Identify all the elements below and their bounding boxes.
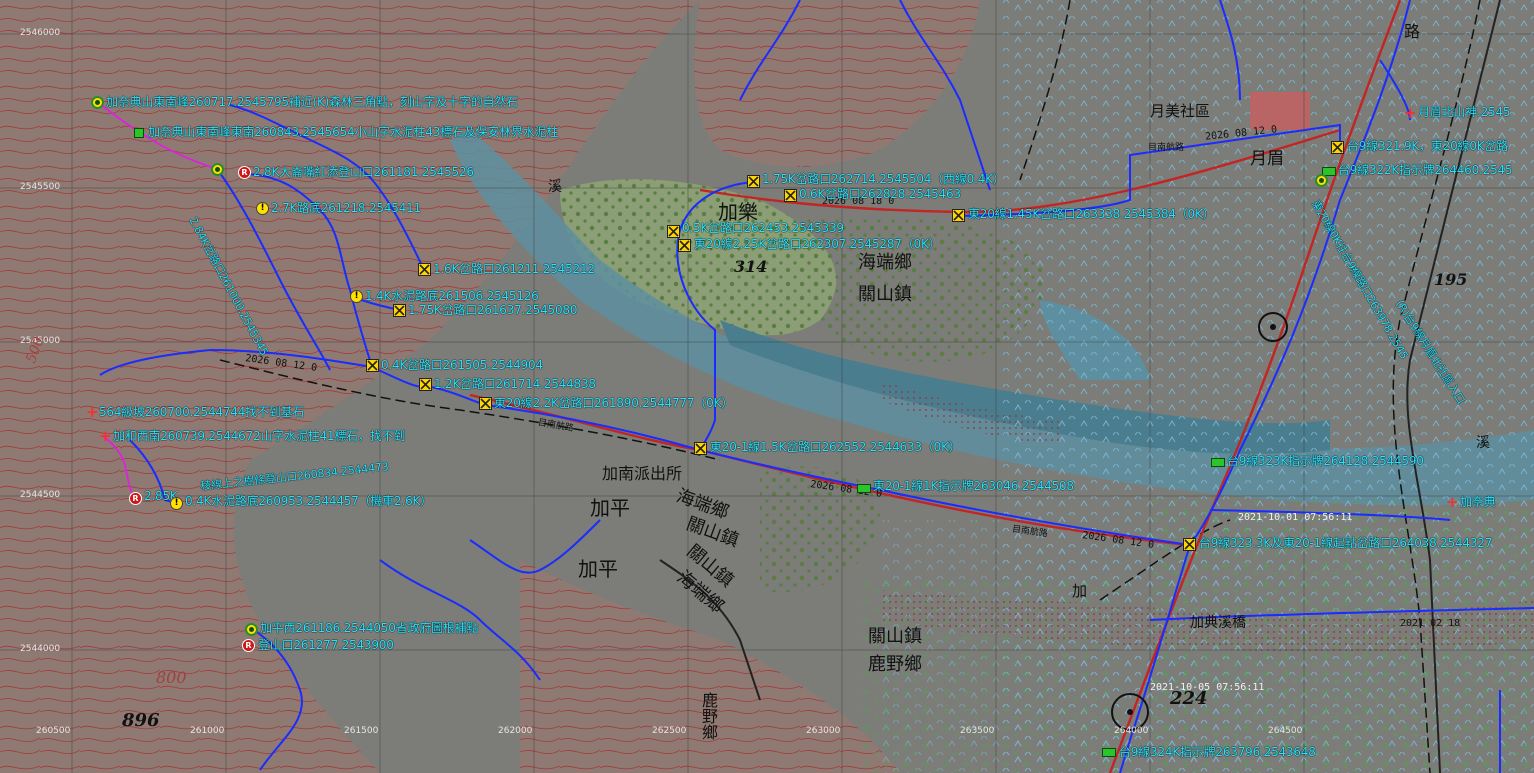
waypoint-label[interactable]: 台9線321.9K，東20線0K岔路 — [1347, 140, 1508, 153]
elevation-label: 896 — [122, 710, 160, 731]
benchmark-plus-icon[interactable]: + — [1404, 106, 1417, 121]
benchmark-plus-icon[interactable]: + — [99, 429, 112, 444]
waypoint-label[interactable]: 2.7K路底261218.2545411 — [271, 202, 421, 215]
timestamp-label: 2021-10-01 07:56:11 — [1238, 512, 1353, 523]
grid-label-northing: 2544000 — [20, 644, 61, 654]
junction-icon[interactable] — [479, 397, 492, 410]
road-mark: 目南航路 — [1148, 143, 1185, 153]
place-label: 鹿野鄉 — [868, 654, 922, 675]
waypoint-label[interactable]: 東20-1線1K指示牌263046.2544508 — [873, 480, 1074, 493]
junction-icon[interactable] — [678, 239, 691, 252]
place-label: 加平 — [578, 557, 618, 581]
waypoint-label[interactable]: 0.5K岔路口262453.2545339 — [682, 222, 844, 235]
waypoint-label[interactable]: 月眉北山神.2545 — [1418, 106, 1511, 119]
waypoint-label[interactable]: 東20線2.2K岔路口261890.2544777（0K） — [494, 397, 733, 410]
waypoint-label[interactable]: 2.8K大崙嘴紅添登山口261181.2545526 — [253, 166, 474, 179]
waypoint-label[interactable]: 加奈典 — [1460, 496, 1496, 509]
grid-label-northing: 2546000 — [20, 28, 61, 38]
warning-icon[interactable]: ! — [350, 290, 363, 303]
waypoint-label[interactable]: 0.4K水泥路底260953.2544457（機車2.6K） — [185, 495, 432, 508]
trailhead-r-icon[interactable]: R — [129, 492, 142, 505]
waypoint-label[interactable]: 加奈典山東南峰260717.2545795補近(K)森林三角點，刻山字及十字的自… — [106, 96, 518, 109]
signpost-icon[interactable] — [1211, 458, 1225, 467]
junction-icon[interactable] — [366, 359, 379, 372]
place-label: 加南派出所 — [602, 464, 683, 483]
waypoint-label[interactable]: 台9線323K指示牌264128.2544590 — [1227, 455, 1424, 468]
junction-icon[interactable] — [747, 175, 760, 188]
grid-label-northing: 2544500 — [20, 490, 61, 500]
map-base-layer — [0, 0, 1534, 773]
place-label: 溪 — [1476, 435, 1490, 451]
junction-icon[interactable] — [952, 209, 965, 222]
benchmark-plus-icon[interactable]: + — [1446, 495, 1459, 510]
waypoint-label[interactable]: 加和西南260739.2544672山字水泥柱41標石，找不到 — [113, 430, 405, 443]
place-label: 加 — [1072, 582, 1088, 600]
junction-icon[interactable] — [694, 442, 707, 455]
place-label: 加平 — [590, 496, 630, 520]
signpost-icon[interactable] — [1102, 748, 1116, 757]
place-label: 溪 — [548, 179, 562, 195]
place-label: 加典溪橋 — [1190, 615, 1246, 631]
waypoint-label[interactable]: 台9線323.3K及東20-1線起點岔路口264038.2544327 — [1199, 537, 1492, 550]
place-label: 月美社區 — [1150, 102, 1211, 120]
place-label: 月眉 — [1250, 149, 1284, 169]
grid-label-easting: 263000 — [806, 726, 841, 736]
junction-icon[interactable] — [419, 378, 432, 391]
waypoint-label[interactable]: 台9線324K指示牌263796.2543648 — [1119, 746, 1316, 759]
grid-label-easting: 263500 — [960, 726, 995, 736]
grid-label-easting: 264000 — [1114, 726, 1149, 736]
waypoint-label[interactable]: 1.2K岔路口261714.2544838 — [434, 378, 596, 391]
grid-label-easting: 261000 — [190, 726, 225, 736]
junction-icon[interactable] — [1183, 538, 1196, 551]
waypoint-label[interactable]: 加平西261186.2544050省政府圖根補點 — [260, 622, 478, 635]
junction-icon[interactable] — [393, 304, 406, 317]
trig-point-icon[interactable] — [91, 96, 104, 109]
place-label: 關山鎮 — [868, 626, 922, 647]
place-label: 海端鄉 — [858, 252, 912, 273]
trailhead-r-icon[interactable]: R — [238, 166, 251, 179]
trailhead-r-icon[interactable]: R — [242, 639, 255, 652]
benchmark-plus-icon[interactable]: + — [86, 405, 99, 420]
waypoint-label[interactable]: 東20線1.45K岔路口263338.2545384（0K） — [968, 208, 1215, 221]
grid-label-easting: 262500 — [652, 726, 687, 736]
signpost-icon[interactable] — [857, 484, 871, 493]
junction-icon[interactable] — [667, 225, 680, 238]
trig-point-icon[interactable] — [245, 623, 258, 636]
place-label: 關山鎮 — [858, 284, 912, 305]
waypoint-label[interactable]: 0.4K岔路口261505.2544904 — [381, 359, 543, 372]
timestamp-label: 2021-10-05 07:56:11 — [1150, 682, 1265, 693]
waypoint-label[interactable]: 台9線322K指示牌264460.2545 — [1338, 164, 1513, 177]
topographic-map[interactable]: 2546000 2545500 2545000 2544500 2544000 … — [0, 0, 1534, 773]
elevation-label: 195 — [1434, 270, 1468, 289]
boundary-stone-icon[interactable] — [134, 128, 144, 138]
grid-label-easting: 262000 — [498, 726, 533, 736]
junction-icon[interactable] — [1331, 141, 1344, 154]
elevation-label: 314 — [734, 257, 768, 276]
grid-label-easting: 261500 — [344, 726, 379, 736]
warning-icon[interactable]: ! — [170, 497, 183, 510]
grid-label-easting: 264500 — [1268, 726, 1303, 736]
junction-icon[interactable] — [418, 263, 431, 276]
waypoint-label[interactable]: 東20-1線1.5K岔路口262552.2544633（0K） — [710, 441, 961, 454]
waypoint-label[interactable]: 1.6K岔路口261211.2545212 — [433, 263, 595, 276]
waypoint-label[interactable]: 1.4K水泥路底261506.2545126 — [365, 290, 539, 303]
waypoint-label[interactable]: 登山口261277.2543900 — [258, 639, 394, 652]
place-label: 鹿野鄉 — [699, 692, 718, 740]
waypoint-label[interactable]: 1.75K岔路口262714.2545504（西線0.4K） — [762, 173, 1005, 186]
road-mark: 2021 02 18 — [1400, 618, 1461, 629]
trig-point-icon[interactable] — [1315, 174, 1328, 187]
waypoint-label[interactable]: 0.6K岔路口262828.2545463 — [799, 188, 961, 201]
junction-icon[interactable] — [784, 189, 797, 202]
trig-point-icon[interactable] — [211, 163, 224, 176]
waypoint-label[interactable]: 加奈典山東南峰東南260843.2545654小山字水泥柱43標石及保安林界水泥… — [148, 126, 558, 139]
waypoint-label[interactable]: 564級坡260700.2544744找不到基石 — [99, 406, 304, 419]
waypoint-label[interactable]: 東20線2.25K岔路口262307.2545287（0K） — [694, 238, 941, 251]
grid-label-northing: 2545500 — [20, 182, 61, 192]
grid-label-easting: 260500 — [36, 726, 71, 736]
elevation-label: 800 — [156, 668, 187, 687]
waypoint-label[interactable]: 1.75K岔路口261637.2545080 — [408, 304, 577, 317]
warning-icon[interactable]: ! — [256, 202, 269, 215]
place-label: 路 — [1404, 22, 1421, 41]
